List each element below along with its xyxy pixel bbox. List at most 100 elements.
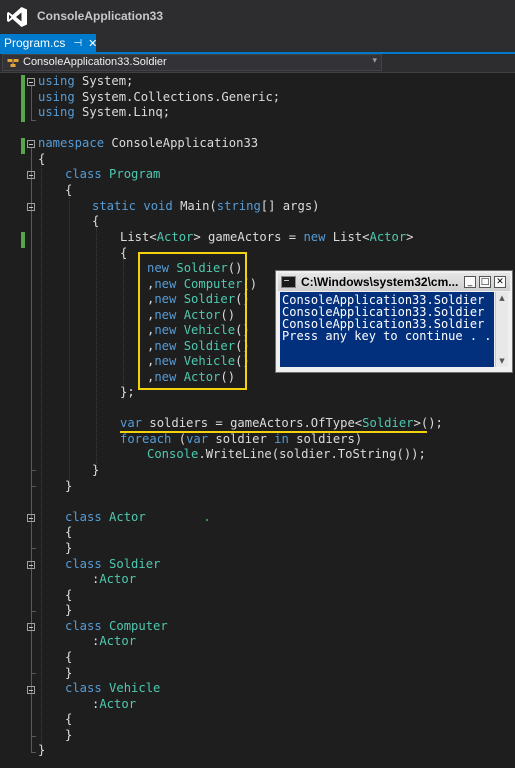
tab-program-cs[interactable]: Program.cs ⊣ ✕ <box>0 34 97 52</box>
keyword-token: foreach <box>120 432 172 446</box>
code-text: >(); <box>413 416 443 430</box>
code-line[interactable]: :Actor <box>92 697 136 713</box>
code-line[interactable]: class Computer <box>65 619 168 635</box>
code-line[interactable]: { <box>65 525 72 541</box>
code-line[interactable]: } <box>65 728 72 744</box>
fold-end-marker <box>31 548 36 549</box>
type-token: Soldier <box>109 557 161 571</box>
code-line[interactable]: List<Actor> gameActors = new List<Actor> <box>120 230 414 246</box>
keyword-token: var <box>120 416 143 430</box>
code-line[interactable]: var soldiers = gameActors.OfType<Soldier… <box>120 416 443 432</box>
code-line[interactable]: { <box>92 214 99 230</box>
code-line[interactable]: } <box>65 479 72 495</box>
type-token: Actor <box>99 572 137 586</box>
type-token: Actor <box>369 230 407 244</box>
console-window[interactable]: C:\Windows\system32\cm... _ □ ✕ ConsoleA… <box>275 270 513 373</box>
fold-end-marker <box>31 470 36 471</box>
code-line[interactable]: using System.Collections.Generic; <box>38 90 280 106</box>
keyword-token: string <box>216 199 261 213</box>
code-line[interactable]: :Actor <box>92 572 136 588</box>
code-line[interactable]: class Actor <box>65 510 146 526</box>
code-line[interactable]: } <box>65 541 72 557</box>
close-button[interactable]: ✕ <box>494 276 506 288</box>
outline-rail <box>31 148 32 752</box>
code-line[interactable]: static void Main(string[] args) <box>92 199 320 215</box>
type-token: Vehicle <box>109 681 161 695</box>
code-text: soldiers) <box>288 432 363 446</box>
collapse-usings-icon[interactable] <box>27 78 35 86</box>
code-line[interactable]: }; <box>120 385 135 401</box>
scroll-up-icon[interactable]: ▲ <box>496 292 508 304</box>
change-marker <box>21 138 25 154</box>
code-text: Main( <box>172 199 217 213</box>
tab-label: Program.cs <box>4 36 66 50</box>
console-scrollbar[interactable]: ▲ ▼ <box>495 292 508 367</box>
pin-icon[interactable]: ⊣ <box>73 38 82 49</box>
collapse-class-icon[interactable] <box>27 561 35 569</box>
keyword-token: using <box>38 105 75 119</box>
code-text: ConsoleApplication33 <box>104 136 259 150</box>
console-output[interactable]: ConsoleApplication33.Soldier ConsoleAppl… <box>280 292 494 367</box>
console-line: Press any key to continue . . . <box>282 329 494 343</box>
code-line[interactable]: class Soldier <box>65 557 160 573</box>
change-marker <box>21 232 25 248</box>
code-text: .WriteLine(soldier.ToString()); <box>198 447 426 461</box>
code-line[interactable]: { <box>65 650 72 666</box>
keyword-token: class <box>65 167 102 181</box>
keyword-token: class <box>65 619 102 633</box>
code-line[interactable]: namespace ConsoleApplication33 <box>38 136 258 152</box>
code-line[interactable]: { <box>120 246 127 262</box>
visual-studio-logo-icon <box>7 7 27 27</box>
code-line[interactable]: foreach (var soldier in soldiers) <box>120 432 362 448</box>
code-line[interactable]: { <box>65 183 72 199</box>
collapse-class-icon[interactable] <box>27 686 35 694</box>
minimize-button[interactable]: _ <box>464 276 476 288</box>
keyword-token: class <box>65 510 102 524</box>
change-marker <box>21 75 25 122</box>
close-icon[interactable]: ✕ <box>88 37 97 50</box>
collapse-namespace-icon[interactable] <box>27 140 35 148</box>
type-token: Actor <box>109 510 146 524</box>
collapse-class-icon[interactable] <box>27 171 35 179</box>
keyword-token: using <box>38 74 75 88</box>
code-text: System; <box>74 74 134 88</box>
type-token: Actor <box>99 697 137 711</box>
code-text: soldier <box>208 432 275 446</box>
code-line[interactable]: { <box>65 712 72 728</box>
collapse-class-icon[interactable] <box>27 623 35 631</box>
code-line[interactable]: { <box>65 588 72 604</box>
oftype-underline <box>120 431 427 433</box>
document-tab-strip: Program.cs ⊣ ✕ <box>0 34 515 52</box>
code-text: > <box>406 230 414 244</box>
code-line[interactable]: } <box>65 603 72 619</box>
console-title-bar[interactable]: C:\Windows\system32\cm... _ □ ✕ <box>278 273 510 291</box>
code-line[interactable]: } <box>65 666 72 682</box>
code-line[interactable]: class Program <box>65 167 160 183</box>
code-text: System.Linq; <box>74 105 171 119</box>
fold-end-marker <box>31 486 36 487</box>
code-line[interactable]: :Actor <box>92 634 136 650</box>
code-text: List< <box>120 230 157 244</box>
keyword-token: new <box>303 230 326 244</box>
structure-guide <box>123 259 124 399</box>
code-text: System.Collections.Generic; <box>74 90 281 104</box>
maximize-button[interactable]: □ <box>479 276 491 288</box>
scroll-down-icon[interactable]: ▼ <box>496 355 508 367</box>
member-dropdown[interactable]: ConsoleApplication33.Soldier ▾ <box>2 54 382 71</box>
structure-guide <box>41 166 42 751</box>
structure-guide <box>69 197 70 485</box>
code-line[interactable]: } <box>38 743 45 759</box>
code-line[interactable]: class Vehicle <box>65 681 160 697</box>
code-line[interactable]: using System.Linq; <box>38 105 170 121</box>
code-line[interactable]: using System; <box>38 74 133 90</box>
keyword-token: static <box>92 199 137 213</box>
collapse-method-icon[interactable] <box>27 203 35 211</box>
collapse-class-icon[interactable] <box>27 514 35 522</box>
outline-rail <box>31 86 32 120</box>
fold-end-marker <box>31 611 36 612</box>
code-line[interactable]: { <box>38 152 45 168</box>
chevron-down-icon[interactable]: ▾ <box>372 56 377 66</box>
code-line[interactable]: Console.WriteLine(soldier.ToString()); <box>147 447 426 463</box>
code-line[interactable]: } <box>92 463 99 479</box>
type-token: Actor <box>99 634 137 648</box>
